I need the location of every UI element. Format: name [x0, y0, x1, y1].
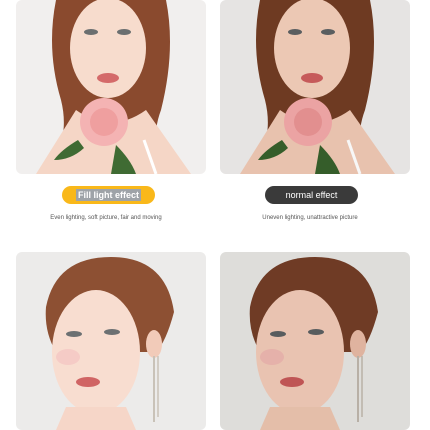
fill-light-caption: Even lighting, soft picture, fair and mo… [50, 215, 162, 221]
portrait-earring-fill-light [16, 252, 206, 430]
portrait-with-rose-normal [220, 0, 410, 174]
fill-light-effect-label: Fill light effect [62, 186, 155, 204]
comparison-page: Fill light effect normal effect Even lig… [0, 0, 430, 430]
portrait-earring-normal [220, 252, 410, 430]
normal-effect-label: normal effect [265, 186, 358, 204]
normal-effect-caption: Uneven lighting, unattractive picture [262, 215, 358, 221]
portrait-with-rose-fill-light [16, 0, 206, 174]
